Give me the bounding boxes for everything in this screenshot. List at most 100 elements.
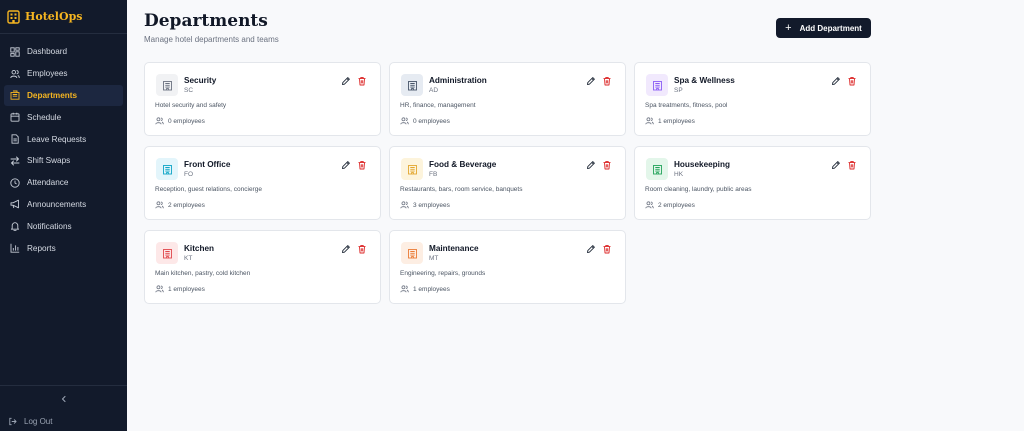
collapse-sidebar-button[interactable]	[0, 386, 127, 414]
page-subtitle: Manage hotel departments and teams	[144, 35, 279, 44]
delete-department-button[interactable]	[847, 160, 857, 170]
department-code: FB	[429, 171, 438, 178]
department-card[interactable]: Front Office FO Reception, guest relations…	[144, 146, 381, 220]
sidebar-item-employees[interactable]: Employees	[4, 63, 123, 85]
edit-department-button[interactable]	[341, 76, 351, 86]
delete-department-button[interactable]	[602, 244, 612, 254]
pencil-icon	[341, 160, 351, 170]
users-icon	[400, 285, 409, 293]
department-name: Spa & Wellness	[674, 76, 735, 85]
department-card[interactable]: Maintenance MT Engineering, repairs, groun…	[389, 230, 626, 304]
department-description: Reception, guest relations, concierge	[155, 186, 262, 193]
employee-count-label: 1 employees	[168, 285, 205, 293]
trash-icon	[847, 160, 857, 170]
bell-icon	[10, 221, 20, 232]
sidebar-item-label: Reports	[27, 243, 56, 253]
department-card[interactable]: Administration AD HR, finance, management 0…	[389, 62, 626, 136]
delete-department-button[interactable]	[357, 244, 367, 254]
sidebar-item-announcements[interactable]: Announcements	[4, 194, 123, 216]
department-name: Security	[184, 76, 217, 85]
department-employee-count: 2 employees	[155, 201, 205, 209]
pencil-icon	[831, 160, 841, 170]
page-title: Departments	[144, 11, 268, 31]
users-icon	[155, 201, 164, 209]
department-description: Engineering, repairs, grounds	[400, 270, 486, 277]
users-icon	[155, 285, 164, 293]
pencil-icon	[586, 160, 596, 170]
sidebar: HotelOps Dashboard Employees Departments Sc…	[0, 0, 127, 431]
pencil-icon	[586, 244, 596, 254]
delete-department-button[interactable]	[602, 76, 612, 86]
edit-department-button[interactable]	[586, 244, 596, 254]
department-description: Restaurants, bars, room service, banquet…	[400, 186, 523, 193]
sidebar-footer: Log Out	[0, 385, 127, 428]
trash-icon	[357, 160, 367, 170]
department-card[interactable]: Spa & Wellness SP Spa treatments, fitness,…	[634, 62, 871, 136]
department-code: HK	[674, 171, 684, 178]
sidebar-item-label: Leave Requests	[27, 134, 87, 144]
brand[interactable]: HotelOps	[0, 0, 127, 34]
sidebar-item-schedule[interactable]: Schedule	[4, 106, 123, 128]
clock-icon	[10, 178, 20, 188]
department-card[interactable]: Kitchen KT Main kitchen, pastry, cold kitc…	[144, 230, 381, 304]
edit-department-button[interactable]	[341, 244, 351, 254]
employee-count-label: 2 employees	[658, 201, 695, 209]
users-icon	[155, 117, 164, 125]
logout-button[interactable]: Log Out	[0, 414, 127, 428]
departments-grid: Security SC Hotel security and safety 0 emp…	[144, 62, 871, 304]
trash-icon	[602, 244, 612, 254]
delete-department-button[interactable]	[357, 76, 367, 86]
sidebar-item-attendance[interactable]: Attendance	[4, 172, 123, 194]
sidebar-item-departments[interactable]: Departments	[4, 84, 123, 107]
edit-department-button[interactable]	[831, 160, 841, 170]
users-icon	[645, 117, 654, 125]
trash-icon	[847, 76, 857, 86]
department-card[interactable]: Security SC Hotel security and safety 0 emp…	[144, 62, 381, 136]
delete-department-button[interactable]	[602, 160, 612, 170]
sidebar-item-leave-requests[interactable]: Leave Requests	[4, 128, 123, 150]
dashboard-icon	[10, 47, 20, 57]
pencil-icon	[341, 244, 351, 254]
sidebar-item-shift-swaps[interactable]: Shift Swaps	[4, 150, 123, 172]
edit-department-button[interactable]	[586, 76, 596, 86]
users-icon	[10, 69, 20, 79]
building-icon	[401, 158, 423, 180]
plus-icon: +	[785, 22, 792, 34]
sidebar-item-label: Shift Swaps	[27, 156, 71, 166]
department-employee-count: 0 employees	[400, 117, 450, 125]
department-employee-count: 0 employees	[155, 117, 205, 125]
department-description: HR, finance, management	[400, 102, 476, 109]
department-name: Housekeeping	[674, 160, 730, 169]
department-name: Front Office	[184, 160, 231, 169]
department-code: MT	[429, 255, 439, 262]
sidebar-item-label: Dashboard	[27, 47, 68, 57]
department-code: KT	[184, 255, 193, 262]
edit-department-button[interactable]	[586, 160, 596, 170]
department-card[interactable]: Housekeeping HK Room cleaning, laundry, pu…	[634, 146, 871, 220]
delete-department-button[interactable]	[357, 160, 367, 170]
edit-department-button[interactable]	[831, 76, 841, 86]
department-code: SP	[674, 87, 683, 94]
hotel-icon	[7, 9, 20, 24]
department-employee-count: 1 employees	[645, 117, 695, 125]
sidebar-item-reports[interactable]: Reports	[4, 237, 123, 259]
department-description: Room cleaning, laundry, public areas	[645, 186, 752, 193]
building-icon	[10, 90, 20, 101]
department-employee-count: 1 employees	[400, 285, 450, 293]
department-code: FO	[184, 171, 194, 178]
pencil-icon	[831, 76, 841, 86]
pencil-icon	[586, 76, 596, 86]
sidebar-item-notifications[interactable]: Notifications	[4, 215, 123, 237]
department-card[interactable]: Food & Beverage FB Restaurants, bars, room…	[389, 146, 626, 220]
edit-department-button[interactable]	[341, 160, 351, 170]
calendar-icon	[10, 112, 20, 122]
add-department-label: Add Department	[799, 23, 862, 33]
building-icon	[646, 74, 668, 96]
add-department-button[interactable]: + Add Department	[776, 18, 871, 38]
delete-department-button[interactable]	[847, 76, 857, 86]
building-icon	[156, 242, 178, 264]
pencil-icon	[341, 76, 351, 86]
department-description: Spa treatments, fitness, pool	[645, 102, 728, 109]
sidebar-item-dashboard[interactable]: Dashboard	[4, 41, 123, 63]
bar-chart-icon	[10, 243, 20, 253]
